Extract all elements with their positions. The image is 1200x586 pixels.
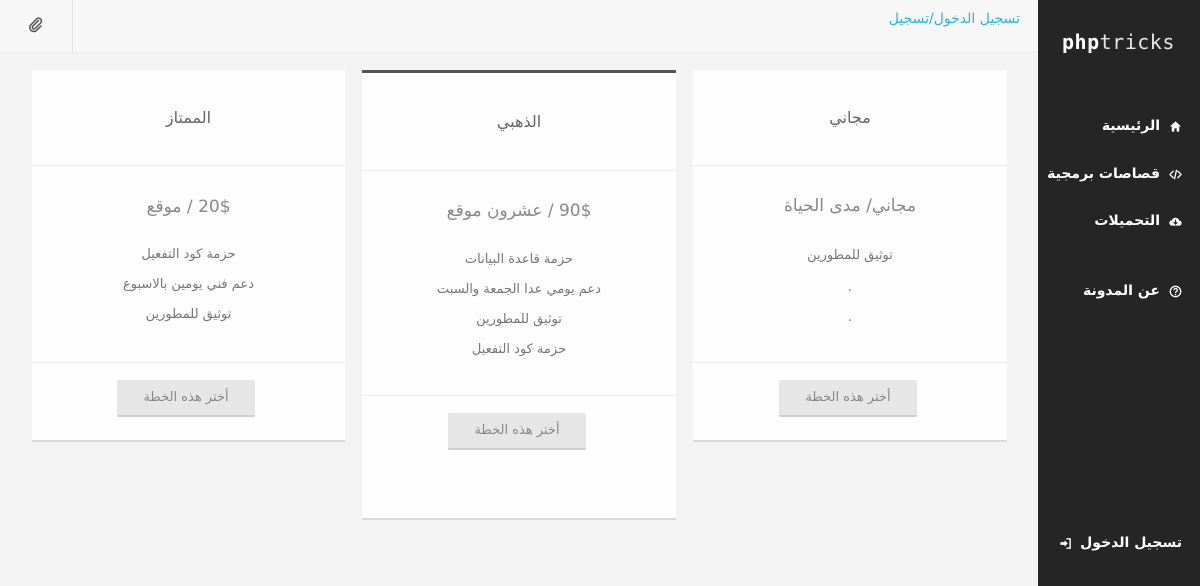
cloud-download-icon xyxy=(1168,214,1182,228)
sidebar-item-label: عن المدونة xyxy=(1082,283,1160,299)
plan-price: 20$ / موقع xyxy=(146,197,231,217)
question-circle-icon xyxy=(1168,284,1182,298)
plan-feature: توثيق للمطورين xyxy=(807,248,893,263)
sidebar-item-about[interactable]: عن المدونة xyxy=(1083,283,1182,299)
sidebar-item-label: قصاصات برمجية xyxy=(1047,166,1160,182)
plan-feature: . xyxy=(847,310,853,325)
plan-feature: دعم يومي عدا الجمعة والسبت xyxy=(437,282,601,297)
plan-card-free: مجاني مجاني/ مدى الحياة توثيق للمطورين .… xyxy=(693,70,1007,442)
plan-card-premium: الممتاز 20$ / موقع حزمة كود التفعيل دعم … xyxy=(32,70,345,442)
choose-plan-button[interactable]: أختر هذه الخطة xyxy=(448,413,586,450)
plan-feature: دعم فني يومين بالاسبوع xyxy=(123,277,254,292)
plan-title: الممتاز xyxy=(32,70,345,166)
sidebar-item-label: التحميلات xyxy=(1094,213,1160,229)
plan-feature: حزمة قاعدة البيانات xyxy=(464,252,574,267)
divider xyxy=(362,395,676,396)
plan-feature: حزمة كود التفعيل xyxy=(471,342,567,357)
divider xyxy=(693,362,1007,363)
choose-plan-button[interactable]: أختر هذه الخطة xyxy=(779,380,917,417)
choose-plan-button[interactable]: أختر هذه الخطة xyxy=(117,380,255,417)
breadcrumb-login-link[interactable]: تسجيل الدخول xyxy=(934,11,1020,27)
plan-title: مجاني xyxy=(693,70,1007,166)
home-icon xyxy=(1168,119,1182,133)
top-bar: تسجيل الدخول/تسجيل xyxy=(0,0,1038,53)
sidebar-login[interactable]: تسجيل الدخول xyxy=(1058,535,1182,551)
code-icon xyxy=(1168,167,1182,181)
plan-feature: . xyxy=(847,280,853,295)
sign-in-icon xyxy=(1058,536,1072,550)
sidebar: phptricks الرئيسية قصاصات برمجية التحميل… xyxy=(1038,0,1200,586)
plan-feature: توثيق للمطورين xyxy=(476,312,562,327)
attach-button[interactable] xyxy=(0,0,73,53)
site-logo[interactable]: phptricks xyxy=(1062,30,1175,54)
sidebar-item-downloads[interactable]: التحميلات xyxy=(1094,213,1182,229)
plan-card-gold: الذهبي 90$ / عشرون موقع حزمة قاعدة البيا… xyxy=(362,70,676,520)
divider xyxy=(32,362,345,363)
sidebar-item-home[interactable]: الرئيسية xyxy=(1102,118,1182,134)
plan-feature: حزمة كود التفعيل xyxy=(141,247,236,262)
plan-price: 90$ / عشرون موقع xyxy=(446,201,592,221)
breadcrumb: تسجيل الدخول/تسجيل xyxy=(889,11,1020,27)
sidebar-item-label: تسجيل الدخول xyxy=(1080,535,1182,551)
paperclip-icon xyxy=(28,16,44,37)
sidebar-item-label: الرئيسية xyxy=(1101,118,1160,134)
breadcrumb-register-link[interactable]: تسجيل xyxy=(889,11,929,27)
plan-title: الذهبي xyxy=(362,73,676,171)
plan-feature: توثيق للمطورين xyxy=(145,307,232,322)
plan-price: مجاني/ مدى الحياة xyxy=(783,196,917,216)
sidebar-item-snippets[interactable]: قصاصات برمجية xyxy=(1047,166,1182,182)
